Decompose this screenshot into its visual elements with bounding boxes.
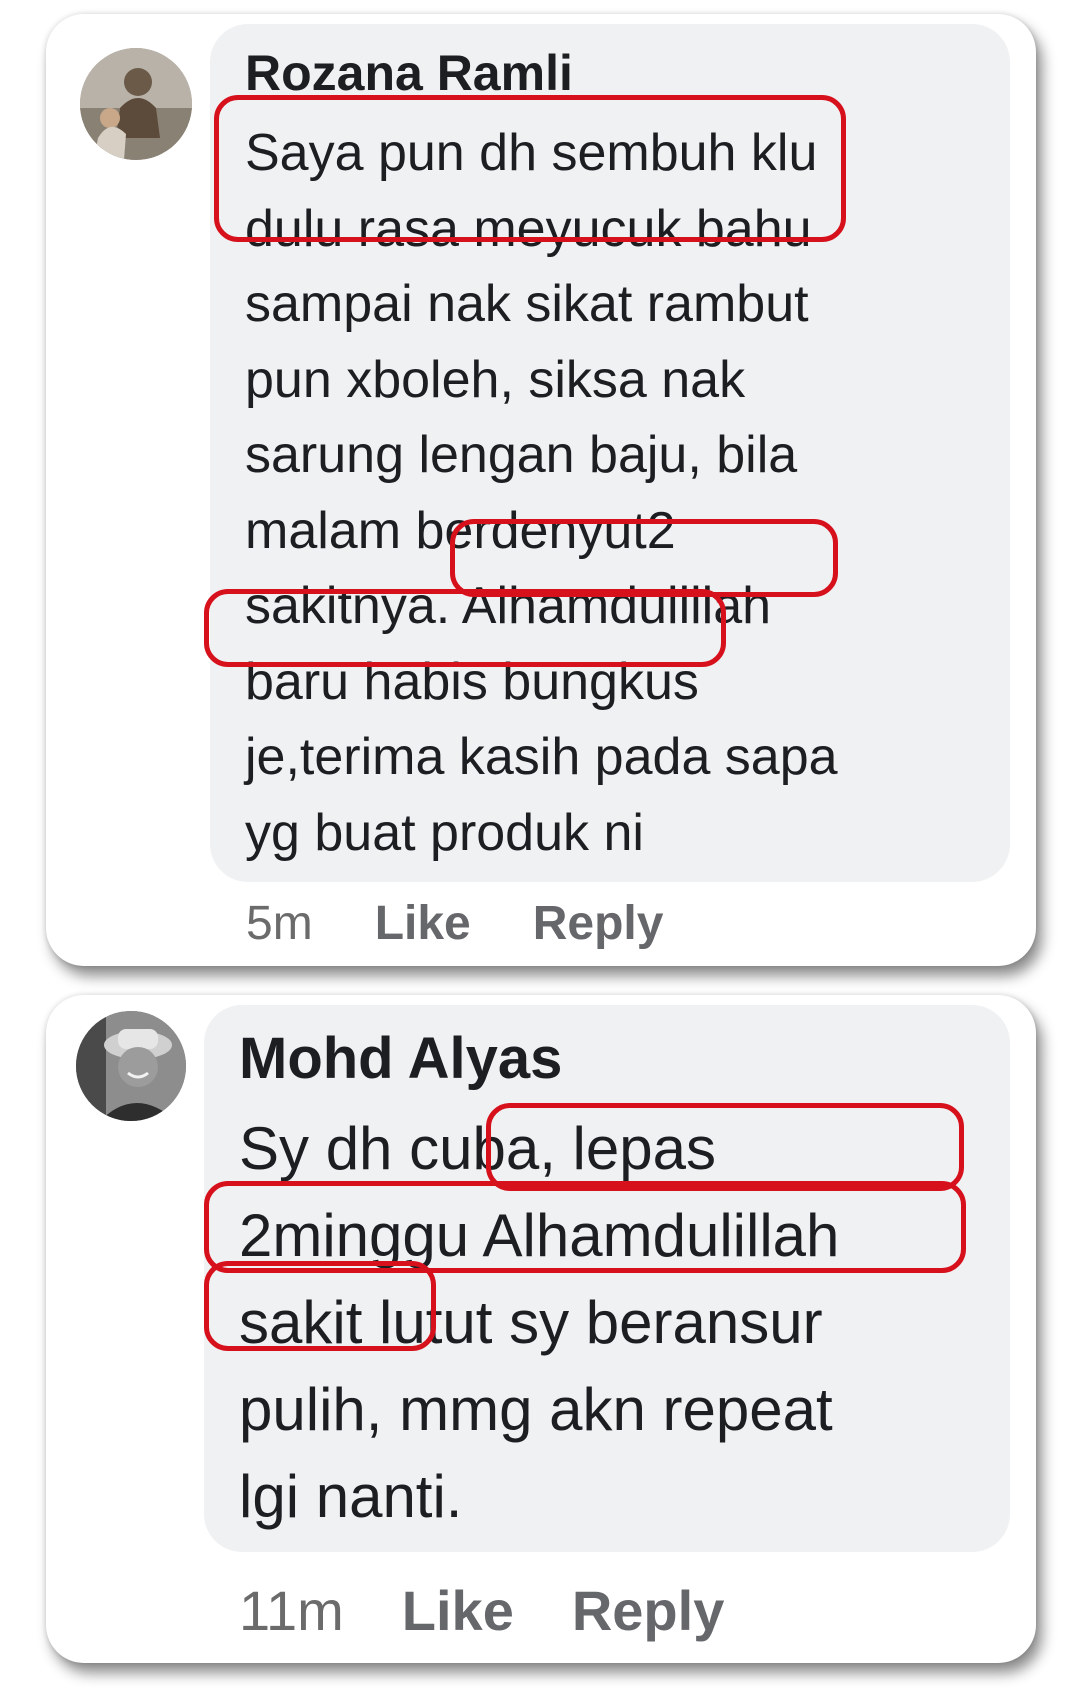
comment-author[interactable]: Rozana Ramli bbox=[245, 44, 573, 102]
comment-card: Mohd Alyas Sy dh cuba, lepas 2minggu Alh… bbox=[46, 995, 1036, 1663]
comment-author[interactable]: Mohd Alyas bbox=[239, 1025, 562, 1092]
reply-button[interactable]: Reply bbox=[533, 896, 664, 951]
avatar[interactable] bbox=[80, 48, 192, 160]
comment-actions: 5m Like Reply bbox=[246, 896, 663, 951]
avatar-photo-icon bbox=[80, 48, 192, 160]
comment-timestamp[interactable]: 11m bbox=[239, 1578, 344, 1643]
avatar[interactable] bbox=[76, 1011, 186, 1121]
comment-card: Rozana Ramli Saya pun dh sembuh klu dulu… bbox=[46, 14, 1036, 966]
like-button[interactable]: Like bbox=[402, 1578, 514, 1643]
comment-timestamp[interactable]: 5m bbox=[246, 896, 313, 951]
reply-button[interactable]: Reply bbox=[572, 1578, 725, 1643]
avatar-photo-icon bbox=[76, 1011, 186, 1121]
comment-text: Sy dh cuba, lepas 2minggu Alhamdulillah … bbox=[239, 1115, 840, 1530]
like-button[interactable]: Like bbox=[375, 896, 471, 951]
comment-text: Saya pun dh sembuh klu dulu rasa meyucuk… bbox=[245, 124, 838, 862]
comment-actions: 11m Like Reply bbox=[239, 1578, 724, 1643]
